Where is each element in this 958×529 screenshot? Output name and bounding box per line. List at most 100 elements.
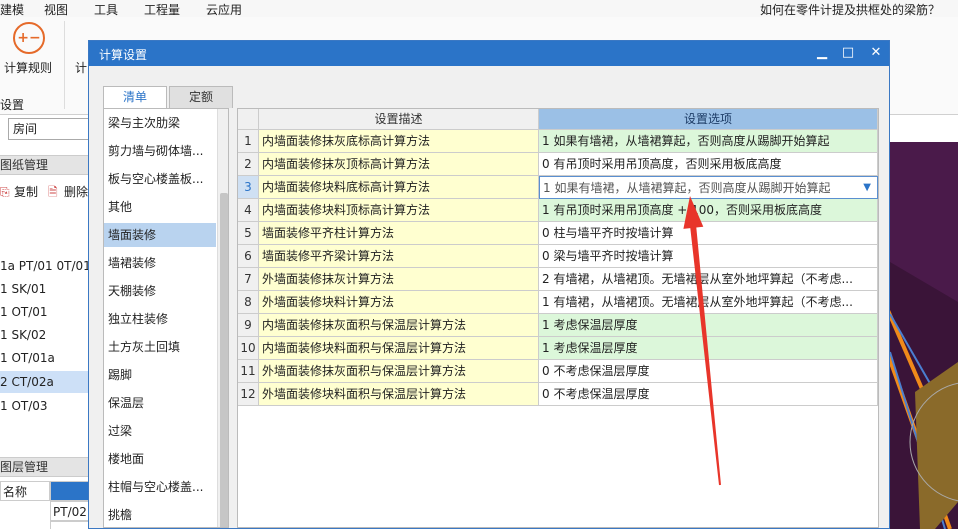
chevron-down-icon[interactable]: ▼ xyxy=(863,177,871,198)
drawing-list-item[interactable]: 1 OT/01 xyxy=(0,301,92,323)
setting-option-dropdown[interactable]: 1 如果有墙裙，从墙裙算起，否则高度从踢脚开始算起 ▼ xyxy=(539,176,878,199)
category-item[interactable]: 柱帽与空心楼盖... xyxy=(104,475,216,499)
row-number: 2 xyxy=(238,153,259,176)
canvas-top xyxy=(890,115,958,142)
category-item[interactable]: 保温层 xyxy=(104,391,216,415)
delete-button[interactable]: 删除 xyxy=(64,183,88,201)
category-item[interactable]: 板与空心楼盖板... xyxy=(104,167,216,191)
category-item[interactable]: 土方灰土回填 xyxy=(104,335,216,359)
setting-option[interactable]: 0 有吊顶时采用吊顶高度，否则采用板底高度 xyxy=(539,153,878,176)
setting-description: 外墙面装修块料计算方法 xyxy=(259,291,539,314)
table-row[interactable]: 6 墙面装修平齐梁计算方法 0 梁与墙平齐时按墙计算 xyxy=(238,245,878,268)
setting-option[interactable]: 1 有墙裙，从墙裙顶。无墙裙层从室外地坪算起（不考虑... xyxy=(539,291,878,314)
layer-cell[interactable] xyxy=(50,521,92,529)
drawing-list-item[interactable]: 1 SK/01 xyxy=(0,278,92,300)
help-hint-link[interactable]: 如何在零件计提及拱框处的梁筋？ xyxy=(760,1,940,18)
setting-description: 墙面装修平齐柱计算方法 xyxy=(259,222,539,245)
drawing-list-item[interactable]: 1 OT/03 xyxy=(0,395,92,417)
setting-option-text: 1 如果有墙裙，从墙裙算起，否则高度从踢脚开始算起 xyxy=(543,181,831,195)
table-row[interactable]: 10 内墙面装修块料面积与保温层计算方法 1 考虑保温层厚度 xyxy=(238,337,878,360)
table-row[interactable]: 12 外墙面装修块料面积与保温层计算方法 0 不考虑保温层厚度 xyxy=(238,383,878,406)
drawing-canvas[interactable] xyxy=(890,142,958,529)
menu-item[interactable]: 云应用 xyxy=(206,1,242,18)
drawing-list-item[interactable]: 1 SK/02 xyxy=(0,324,92,346)
calc-rules-button[interactable]: 计算规则 xyxy=(4,59,52,76)
calc-rules-icon[interactable]: +− xyxy=(13,22,45,54)
table-row[interactable]: 9 内墙面装修抹灰面积与保温层计算方法 1 考虑保温层厚度 xyxy=(238,314,878,337)
row-number: 4 xyxy=(238,199,259,222)
table-row[interactable]: 1 内墙面装修抹灰底标高计算方法 1 如果有墙裙，从墙裙算起，否则高度从踢脚开始算起 xyxy=(238,130,878,153)
copy-button[interactable]: 复制 xyxy=(14,183,38,201)
row-number: 10 xyxy=(238,337,259,360)
menu-item[interactable]: 视图 xyxy=(44,1,68,18)
setting-option[interactable]: 0 柱与墙平齐时按墙计算 xyxy=(539,222,878,245)
setting-option-text: 1 有吊顶时采用吊顶高度 + 100，否则采用板底高度 xyxy=(542,203,823,217)
table-row[interactable]: 11 外墙面装修抹灰面积与保温层计算方法 0 不考虑保温层厚度 xyxy=(238,360,878,383)
setting-option[interactable]: 1 如果有墙裙，从墙裙算起，否则高度从踢脚开始算起 xyxy=(539,130,878,153)
col-header-name: 名称 xyxy=(0,481,50,501)
category-item[interactable]: 挑檐 xyxy=(104,503,216,527)
table-row[interactable]: 5 墙面装修平齐柱计算方法 0 柱与墙平齐时按墙计算 xyxy=(238,222,878,245)
setting-option[interactable]: 1 考虑保温层厚度 xyxy=(539,337,878,360)
left-panel: 房间 图纸管理 ⎘ 复制 🗎 删除 1a PT/01 0T/01 1 SK/01 1… xyxy=(0,115,92,529)
drawing-list-item[interactable]: 2 CT/02a xyxy=(0,371,92,393)
scroll-thumb[interactable] xyxy=(220,193,228,527)
setting-option[interactable]: 1 有吊顶时采用吊顶高度 + 100，否则采用板底高度 xyxy=(539,199,878,222)
table-row[interactable]: 8 外墙面装修块料计算方法 1 有墙裙，从墙裙顶。无墙裙层从室外地坪算起（不考虑..… xyxy=(238,291,878,314)
row-number: 11 xyxy=(238,360,259,383)
row-number: 12 xyxy=(238,383,259,406)
option-header: 设置选项 xyxy=(539,109,878,130)
category-item[interactable]: 墙面装修 xyxy=(104,223,216,247)
setting-description: 外墙面装修抹灰面积与保温层计算方法 xyxy=(259,360,539,383)
setting-option[interactable]: 0 不考虑保温层厚度 xyxy=(539,360,878,383)
drawing-list-item[interactable]: 1a PT/01 0T/01 xyxy=(0,255,92,277)
settings-grid: 设置描述 设置选项 1 内墙面装修抹灰底标高计算方法 1 如果有墙裙，从墙裙算起，否… xyxy=(237,108,879,528)
menu-item[interactable]: 工程量 xyxy=(144,1,180,18)
setting-option-text: 1 考虑保温层厚度 xyxy=(542,341,638,355)
close-icon[interactable]: ✕ xyxy=(865,43,887,63)
category-item[interactable]: 踢脚 xyxy=(104,363,216,387)
table-row[interactable]: 4 内墙面装修块料顶标高计算方法 1 有吊顶时采用吊顶高度 + 100，否则采用板底… xyxy=(238,199,878,222)
category-item[interactable]: 独立柱装修 xyxy=(104,307,216,331)
category-item[interactable]: 天棚装修 xyxy=(104,279,216,303)
menu-bar: 建模 视图 工具 工程量 云应用 如何在零件计提及拱框处的梁筋？ xyxy=(0,0,958,17)
calc-button-partial[interactable]: 计 xyxy=(75,59,87,76)
layer-cell[interactable]: PT/02 xyxy=(50,501,92,521)
menu-item[interactable]: 建模 xyxy=(0,1,24,18)
copy-icon[interactable]: ⎘ xyxy=(0,183,10,201)
table-row[interactable]: 2 内墙面装修抹灰顶标高计算方法 0 有吊顶时采用吊顶高度，否则采用板底高度 xyxy=(238,153,878,176)
ribbon-separator xyxy=(64,21,65,109)
category-scrollbar[interactable] xyxy=(217,109,228,527)
setting-option-text: 2 有墙裙，从墙裙顶。无墙裙层从室外地坪算起（不考虑... xyxy=(542,272,853,286)
menu-item[interactable]: 工具 xyxy=(94,1,118,18)
category-item[interactable]: 其他 xyxy=(104,195,216,219)
table-row[interactable]: 7 外墙面装修抹灰计算方法 2 有墙裙，从墙裙顶。无墙裙层从室外地坪算起（不考虑..… xyxy=(238,268,878,291)
setting-description: 外墙面装修抹灰计算方法 xyxy=(259,268,539,291)
row-number: 9 xyxy=(238,314,259,337)
category-item[interactable]: 梁与主次肋梁 xyxy=(104,111,216,135)
drawing-list-item[interactable]: 1 OT/01a xyxy=(0,347,92,369)
minimize-icon[interactable]: ▁ xyxy=(811,43,833,63)
category-item[interactable]: 过梁 xyxy=(104,419,216,443)
category-item[interactable]: 楼地面 xyxy=(104,447,216,471)
setting-option-text: 1 有墙裙，从墙裙顶。无墙裙层从室外地坪算起（不考虑... xyxy=(542,295,853,309)
setting-option[interactable]: 2 有墙裙，从墙裙顶。无墙裙层从室外地坪算起（不考虑... xyxy=(539,268,878,291)
setting-option-text: 1 考虑保温层厚度 xyxy=(542,318,638,332)
category-item[interactable]: 墙裙装修 xyxy=(104,251,216,275)
setting-option[interactable]: 1 考虑保温层厚度 xyxy=(539,314,878,337)
setting-description: 内墙面装修抹灰顶标高计算方法 xyxy=(259,153,539,176)
row-number: 7 xyxy=(238,268,259,291)
setting-option[interactable]: 0 不考虑保温层厚度 xyxy=(539,383,878,406)
category-item[interactable]: 剪力墙与砌体墙... xyxy=(104,139,216,163)
type-combo[interactable]: 房间 xyxy=(8,118,92,140)
row-number: 5 xyxy=(238,222,259,245)
row-number: 6 xyxy=(238,245,259,268)
tab-bill[interactable]: 清单 xyxy=(103,86,167,109)
table-row[interactable]: 3 内墙面装修块料底标高计算方法 1 如果有墙裙，从墙裙算起，否则高度从踢脚开始算起… xyxy=(238,176,878,199)
setting-option[interactable]: 0 梁与墙平齐时按墙计算 xyxy=(539,245,878,268)
tab-quota[interactable]: 定额 xyxy=(169,86,233,108)
dialog-title: 计算设置 xyxy=(99,48,148,62)
dialog-title-bar[interactable]: 计算设置 ▁ □ ✕ xyxy=(89,41,889,66)
delete-icon[interactable]: 🗎 xyxy=(48,183,58,201)
maximize-icon[interactable]: □ xyxy=(837,43,859,63)
